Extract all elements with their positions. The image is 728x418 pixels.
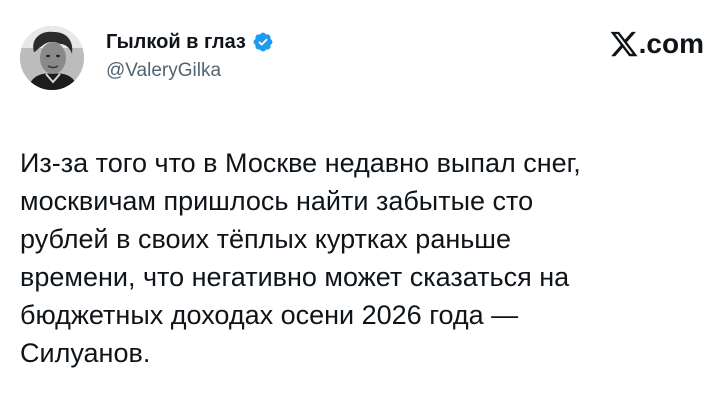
avatar[interactable]: [20, 26, 84, 90]
author-handle[interactable]: @ValeryGilka: [106, 60, 221, 82]
x-logo-icon: [609, 29, 639, 59]
x-brand: .com: [609, 26, 704, 62]
tweet-text: Из-за того что в Москве недавно выпал сн…: [20, 144, 710, 372]
author-name-row: Гылкой в глаз: [106, 28, 274, 56]
tweet-card: Гылкой в глаз @ValeryGilka .com Из-за то…: [0, 0, 728, 418]
x-domain-text: .com: [638, 28, 704, 59]
verified-badge-icon: [252, 31, 274, 53]
tweet-line: Из-за того что в Москве недавно выпал сн…: [20, 148, 581, 178]
author-name[interactable]: Гылкой в глаз: [106, 31, 246, 54]
tweet-line: рублей в своих тёплых куртках раньше: [20, 224, 511, 254]
tweet-line: Силуанов.: [20, 338, 151, 368]
tweet-line: времени, что негативно может сказаться н…: [20, 262, 570, 292]
tweet-line: бюджетных доходах осени 2026 года —: [20, 300, 519, 330]
tweet-line: москвичам пришлось найти забытые сто: [20, 186, 534, 216]
avatar-image: [20, 26, 84, 90]
